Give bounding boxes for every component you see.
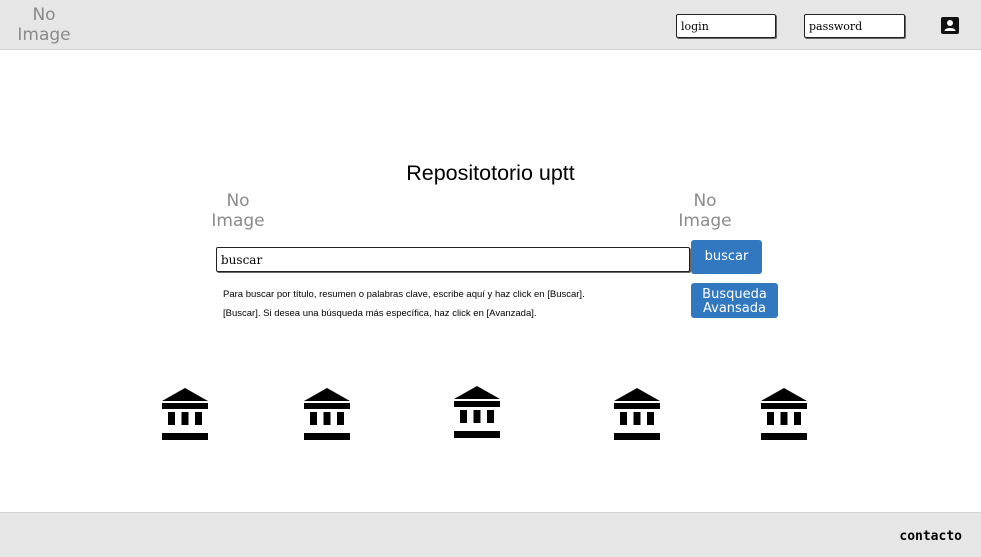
right-image-line2: Image <box>678 211 732 231</box>
left-image-line2: Image <box>211 211 265 231</box>
institution-icon[interactable] <box>454 386 500 438</box>
user-card-icon[interactable] <box>941 17 959 34</box>
search-input[interactable] <box>216 247 690 272</box>
logo-line1: No <box>32 5 56 25</box>
right-image-line1: No <box>693 191 717 211</box>
institution-icon[interactable] <box>761 388 807 440</box>
advanced-search-line1: Busqueda <box>702 287 767 302</box>
advanced-search-button[interactable]: Busqueda Avansada <box>691 283 778 318</box>
logo-line2: Image <box>17 25 71 45</box>
footer-bar: contacto <box>0 512 981 557</box>
left-image-line1: No <box>226 191 250 211</box>
search-button[interactable]: buscar <box>691 240 762 274</box>
logo-placeholder: No Image <box>0 5 88 45</box>
login-input[interactable] <box>676 14 776 38</box>
hint-line-2: [Buscar]. Si desea una búsqueda más espe… <box>223 308 537 319</box>
institution-icon[interactable] <box>162 388 208 440</box>
search-hint: Para buscar por título, resumen o palabr… <box>223 285 683 323</box>
password-input[interactable] <box>804 14 905 38</box>
institution-icon[interactable] <box>614 388 660 440</box>
institution-icon[interactable] <box>304 388 350 440</box>
header-bar: No Image <box>0 0 981 50</box>
page-title: Repositotorio uptt <box>406 161 575 185</box>
contact-link[interactable]: contacto <box>899 529 962 544</box>
hint-line-1: Para buscar por título, resumen o palabr… <box>223 289 585 300</box>
right-image-placeholder: No Image <box>670 191 740 231</box>
advanced-search-line2: Avansada <box>703 301 766 316</box>
left-image-placeholder: No Image <box>198 191 278 231</box>
